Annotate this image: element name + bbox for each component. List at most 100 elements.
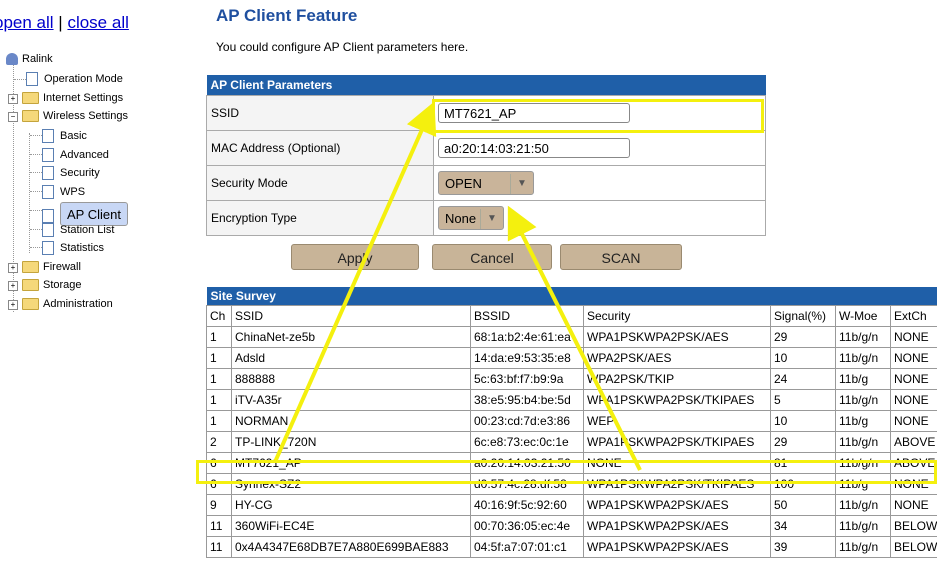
- nav-item-administration[interactable]: Administration: [22, 295, 113, 313]
- survey-cell: 34: [770, 515, 836, 537]
- survey-cell: WPA1PSKWPA2PSK/AES: [583, 515, 771, 537]
- survey-cell: NONE: [890, 494, 937, 516]
- nav-item-wps[interactable]: WPS: [42, 183, 85, 201]
- apply-button[interactable]: Apply: [291, 244, 419, 270]
- scan-button[interactable]: SCAN: [560, 244, 682, 270]
- params-header: AP Client Parameters: [206, 75, 766, 96]
- survey-cell: 68:1a:b2:4e:61:ea: [470, 326, 584, 348]
- survey-row[interactable]: 1 Adsld 14:da:e9:53:35:e8 WPA2PSK/AES 10 11b/…: [206, 347, 937, 369]
- survey-cell: 6: [206, 473, 232, 495]
- ap-client-params-table: AP Client Parameters SSID MT7621_AP MAC …: [206, 75, 766, 236]
- survey-row[interactable]: 1 iTV-A35r 38:e5:95:b4:be:5d WPA1PSKWPA2PSK…: [206, 389, 937, 411]
- survey-row[interactable]: 9 HY-CG 40:16:9f:5c:92:60 WPA1PSKWPA2PSK/AE…: [206, 494, 937, 516]
- survey-cell: MT7621_AP: [231, 452, 471, 474]
- survey-cell: 10: [770, 410, 836, 432]
- survey-row[interactable]: 11 0x4A4347E68DB7E7A880E699BAE883 04:5f:a7…: [206, 536, 937, 558]
- survey-row[interactable]: 1 888888 5c:63:bf:f7:b9:9a WPA2PSK/TKIP 24 11…: [206, 368, 937, 390]
- survey-cell: 11b/g/n: [835, 494, 891, 516]
- survey-cell: 11b/g: [835, 368, 891, 390]
- tree-root[interactable]: Ralink: [6, 50, 53, 68]
- column-header: Signal(%): [770, 305, 836, 327]
- survey-cell: 11: [206, 515, 232, 537]
- survey-cell: 11b/g/n: [835, 389, 891, 411]
- survey-cell: ABOVE: [890, 431, 937, 453]
- security-mode-select[interactable]: OPEN ▼: [438, 171, 534, 195]
- page-title: AP Client Feature: [216, 6, 358, 25]
- site-survey-table: Site Survey Ch SSID BSSID Security Signal(%)…: [206, 287, 937, 558]
- survey-cell: HY-CG: [231, 494, 471, 516]
- nav-item-advanced[interactable]: Advanced: [42, 146, 109, 164]
- survey-cell: 81: [770, 452, 836, 474]
- column-header: Ch: [206, 305, 232, 327]
- expand-icon[interactable]: +: [8, 94, 18, 104]
- mac-input[interactable]: a0:20:14:03:21:50: [438, 138, 630, 158]
- survey-cell: 5c:63:bf:f7:b9:9a: [470, 368, 584, 390]
- survey-cell: BELOW: [890, 536, 937, 558]
- survey-cell: NONE: [890, 389, 937, 411]
- folder-icon: [22, 279, 39, 292]
- survey-cell: 11b/g/n: [835, 536, 891, 558]
- nav-item-station-list[interactable]: Station List: [42, 221, 114, 239]
- open-all-link[interactable]: open all: [0, 13, 54, 32]
- tree-root-label: Ralink: [22, 53, 53, 65]
- encryption-type-select[interactable]: None ▼: [438, 206, 504, 230]
- chevron-down-icon: ▼: [480, 209, 503, 229]
- link-separator: |: [58, 13, 63, 32]
- survey-cell: NONE: [890, 368, 937, 390]
- survey-cell: 10: [770, 347, 836, 369]
- nav-item-security[interactable]: Security: [42, 164, 100, 182]
- survey-row[interactable]: 1 ChinaNet-ze5b 68:1a:b2:4e:61:ea WPA1PSKWP…: [206, 326, 937, 348]
- survey-column-headers: ChSSIDBSSIDSecuritySignal(%)W-MoeExtChNT: [206, 305, 937, 327]
- survey-cell: 29: [770, 326, 836, 348]
- folder-icon: [22, 92, 39, 105]
- survey-cell: 360WiFi-EC4E: [231, 515, 471, 537]
- survey-row[interactable]: 1NORMAN00:23:cd:7d:e3:86WEP1011b/gNONEIn: [206, 410, 937, 432]
- survey-cell: ABOVE: [890, 452, 937, 474]
- close-all-link[interactable]: close all: [67, 13, 128, 32]
- survey-cell: WPA1PSKWPA2PSK/AES: [583, 494, 771, 516]
- nav-item-basic[interactable]: Basic: [42, 127, 87, 145]
- survey-row[interactable]: 11 360WiFi-EC4E 00:70:36:05:ec:4e WPA1PSKWP…: [206, 515, 937, 537]
- cancel-button[interactable]: Cancel: [432, 244, 552, 270]
- survey-cell: WEP: [583, 410, 771, 432]
- column-header: BSSID: [470, 305, 584, 327]
- survey-cell: 40:16:9f:5c:92:60: [470, 494, 584, 516]
- survey-cell: WPA1PSKWPA2PSK/TKIPAES: [583, 431, 771, 453]
- survey-cell: 00:70:36:05:ec:4e: [470, 515, 584, 537]
- column-header: SSID: [231, 305, 471, 327]
- column-header: W-Moe: [835, 305, 891, 327]
- nav-item-storage[interactable]: Storage: [22, 276, 82, 294]
- survey-cell: Adsld: [231, 347, 471, 369]
- expand-icon[interactable]: +: [8, 263, 18, 273]
- survey-cell: 11b/g/n: [835, 326, 891, 348]
- nav-item-ap-client[interactable]: AP Client: [42, 202, 128, 226]
- survey-cell: 6: [206, 452, 232, 474]
- ssid-input[interactable]: MT7621_AP: [438, 103, 630, 123]
- nav-item-wireless-settings[interactable]: Wireless Settings: [22, 107, 128, 125]
- survey-cell: Synnex-SZ2: [231, 473, 471, 495]
- survey-cell: TP-LINK_720N: [231, 431, 471, 453]
- column-header: ExtCh: [890, 305, 937, 327]
- security-mode-value: OPEN: [445, 176, 482, 191]
- survey-row[interactable]: 6 MT7621_AP a0:20:14:03:21:50 NONE 81 11b/g/n…: [206, 452, 937, 474]
- nav-item-firewall[interactable]: Firewall: [22, 258, 81, 276]
- survey-cell: 11b/g/n: [835, 452, 891, 474]
- survey-row[interactable]: 2 TP-LINK_720N 6c:e8:73:ec:0c:1e WPA1PSKWPA…: [206, 431, 937, 453]
- expand-icon[interactable]: +: [8, 300, 18, 310]
- page-icon: [26, 72, 38, 87]
- survey-cell: 888888: [231, 368, 471, 390]
- survey-cell: d0:57:4c:28:df:58: [470, 473, 584, 495]
- nav-item-internet-settings[interactable]: Internet Settings: [22, 89, 123, 107]
- nav-item-statistics[interactable]: Statistics: [42, 239, 104, 257]
- survey-cell: 24: [770, 368, 836, 390]
- survey-cell: 11b/g: [835, 410, 891, 432]
- survey-cell: 1: [206, 389, 232, 411]
- survey-cell: WPA2PSK/AES: [583, 347, 771, 369]
- page-icon: [42, 129, 54, 144]
- nav-item-operation-mode[interactable]: Operation Mode: [26, 70, 123, 88]
- collapse-icon[interactable]: −: [8, 112, 18, 122]
- expand-icon[interactable]: +: [8, 281, 18, 291]
- router-icon: [6, 53, 18, 66]
- survey-row[interactable]: 6 Synnex-SZ2 d0:57:4c:28:df:58 WPA1PSKWPA2P…: [206, 473, 937, 495]
- survey-cell: 00:23:cd:7d:e3:86: [470, 410, 584, 432]
